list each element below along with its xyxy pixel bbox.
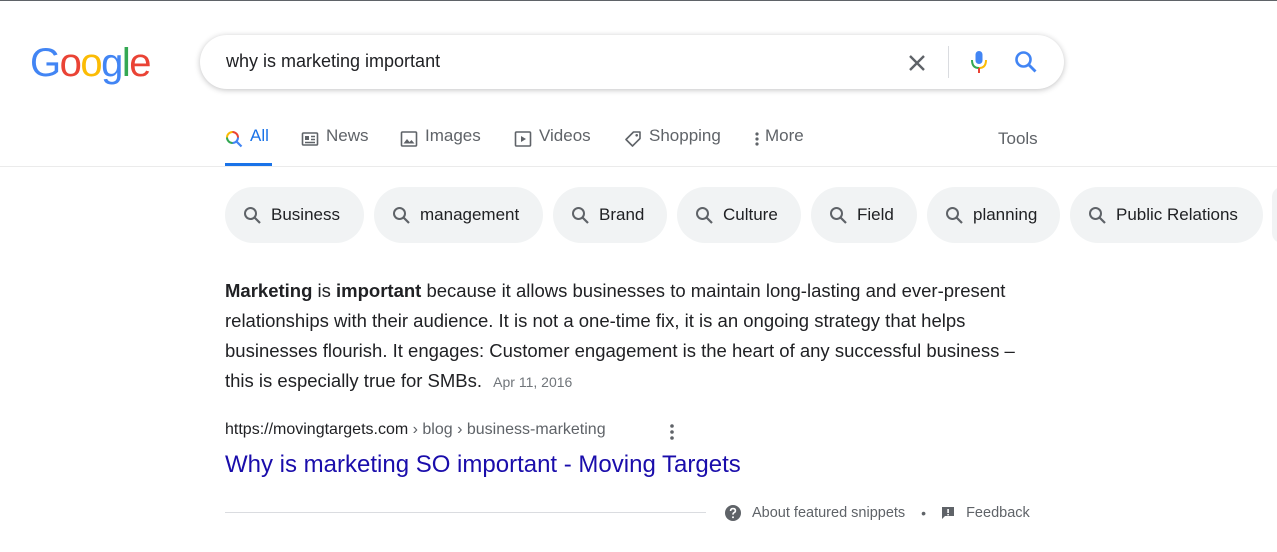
- chip-label: Public Relations: [1116, 205, 1238, 224]
- logo-letter: o: [80, 41, 102, 85]
- tab-label: News: [326, 126, 369, 145]
- google-logo[interactable]: Google: [30, 40, 151, 86]
- snippet-bold: Marketing: [225, 280, 313, 301]
- chip-label: planning: [973, 205, 1038, 224]
- footer-divider: [225, 512, 706, 513]
- tab-shopping[interactable]: Shopping: [624, 126, 721, 166]
- snippet-bold: important: [336, 280, 422, 301]
- tag-icon: [625, 131, 641, 147]
- header-divider: [0, 166, 1277, 167]
- search-icon: [572, 206, 589, 224]
- search-icon: [393, 206, 410, 224]
- search-icon: [946, 206, 963, 224]
- search-icon: [696, 206, 713, 224]
- search-input[interactable]: why is marketing important: [226, 51, 440, 72]
- chip-management[interactable]: management: [374, 187, 543, 243]
- tab-label: Shopping: [649, 126, 721, 145]
- result-breadcrumb: › blog › business-marketing: [408, 421, 606, 438]
- tab-label: More: [765, 126, 804, 145]
- logo-letter: G: [30, 41, 61, 85]
- microphone-icon[interactable]: [967, 49, 991, 75]
- feedback-link[interactable]: Feedback: [940, 505, 1030, 521]
- search-icon[interactable]: [1013, 49, 1039, 75]
- logo-letter: o: [59, 41, 82, 85]
- feedback-icon: [942, 507, 955, 519]
- search-icon: [226, 131, 243, 148]
- chip-field[interactable]: Field: [811, 187, 917, 243]
- chip-culture[interactable]: Culture: [677, 187, 801, 243]
- search-box[interactable]: why is marketing important: [200, 35, 1064, 89]
- chip-label: management: [420, 205, 520, 224]
- tab-label: Videos: [539, 126, 591, 145]
- search-icon: [244, 206, 261, 224]
- top-border: [0, 0, 1277, 1]
- separator-dot: •: [921, 505, 927, 521]
- search-icon: [1089, 206, 1106, 224]
- logo-letter: g: [101, 41, 123, 85]
- search-icon: [830, 206, 847, 224]
- chip-label: Brand: [599, 205, 645, 224]
- chip-label: Culture: [723, 205, 778, 224]
- tab-label: All: [250, 126, 269, 145]
- tools-button[interactable]: Tools: [998, 129, 1038, 149]
- chip-public-relations[interactable]: Public Relations: [1070, 187, 1263, 243]
- tab-videos[interactable]: Videos: [514, 126, 591, 166]
- chip-business[interactable]: Business: [225, 187, 364, 243]
- about-featured-snippets-link[interactable]: About featured snippets: [724, 504, 905, 522]
- result-domain: https://movingtargets.com: [225, 421, 409, 438]
- tab-all[interactable]: All: [225, 126, 269, 166]
- video-icon: [514, 131, 532, 147]
- featured-snippet: Marketing is important because it allows…: [225, 276, 1025, 397]
- tab-label: Images: [425, 126, 481, 145]
- result-title-link[interactable]: Why is marketing SO important - Moving T…: [225, 451, 741, 479]
- image-icon: [400, 131, 418, 147]
- snippet-date: Apr 11, 2016: [493, 374, 573, 390]
- snippet-text: is: [312, 280, 337, 301]
- chip-planning[interactable]: planning: [927, 187, 1060, 243]
- tab-news[interactable]: News: [301, 126, 369, 166]
- chip-label: Field: [857, 205, 894, 224]
- result-url[interactable]: https://movingtargets.com › blog › busin…: [225, 421, 606, 439]
- search-divider: [948, 46, 949, 78]
- tab-more[interactable]: More: [753, 126, 804, 166]
- snippet-footer: About featured snippets • Feedback: [724, 504, 1030, 522]
- chip-brand[interactable]: Brand: [553, 187, 667, 243]
- logo-letter: e: [129, 41, 151, 85]
- help-icon: [725, 505, 741, 521]
- about-label: About featured snippets: [752, 505, 906, 521]
- tab-images[interactable]: Images: [400, 126, 481, 166]
- close-icon[interactable]: [905, 51, 929, 75]
- feedback-label: Feedback: [966, 505, 1030, 521]
- more-vert-icon: [755, 132, 759, 146]
- chip-label: Business: [271, 205, 340, 224]
- more-vert-icon[interactable]: [664, 422, 680, 442]
- chip-overflow[interactable]: [1272, 187, 1277, 243]
- news-icon: [301, 132, 319, 146]
